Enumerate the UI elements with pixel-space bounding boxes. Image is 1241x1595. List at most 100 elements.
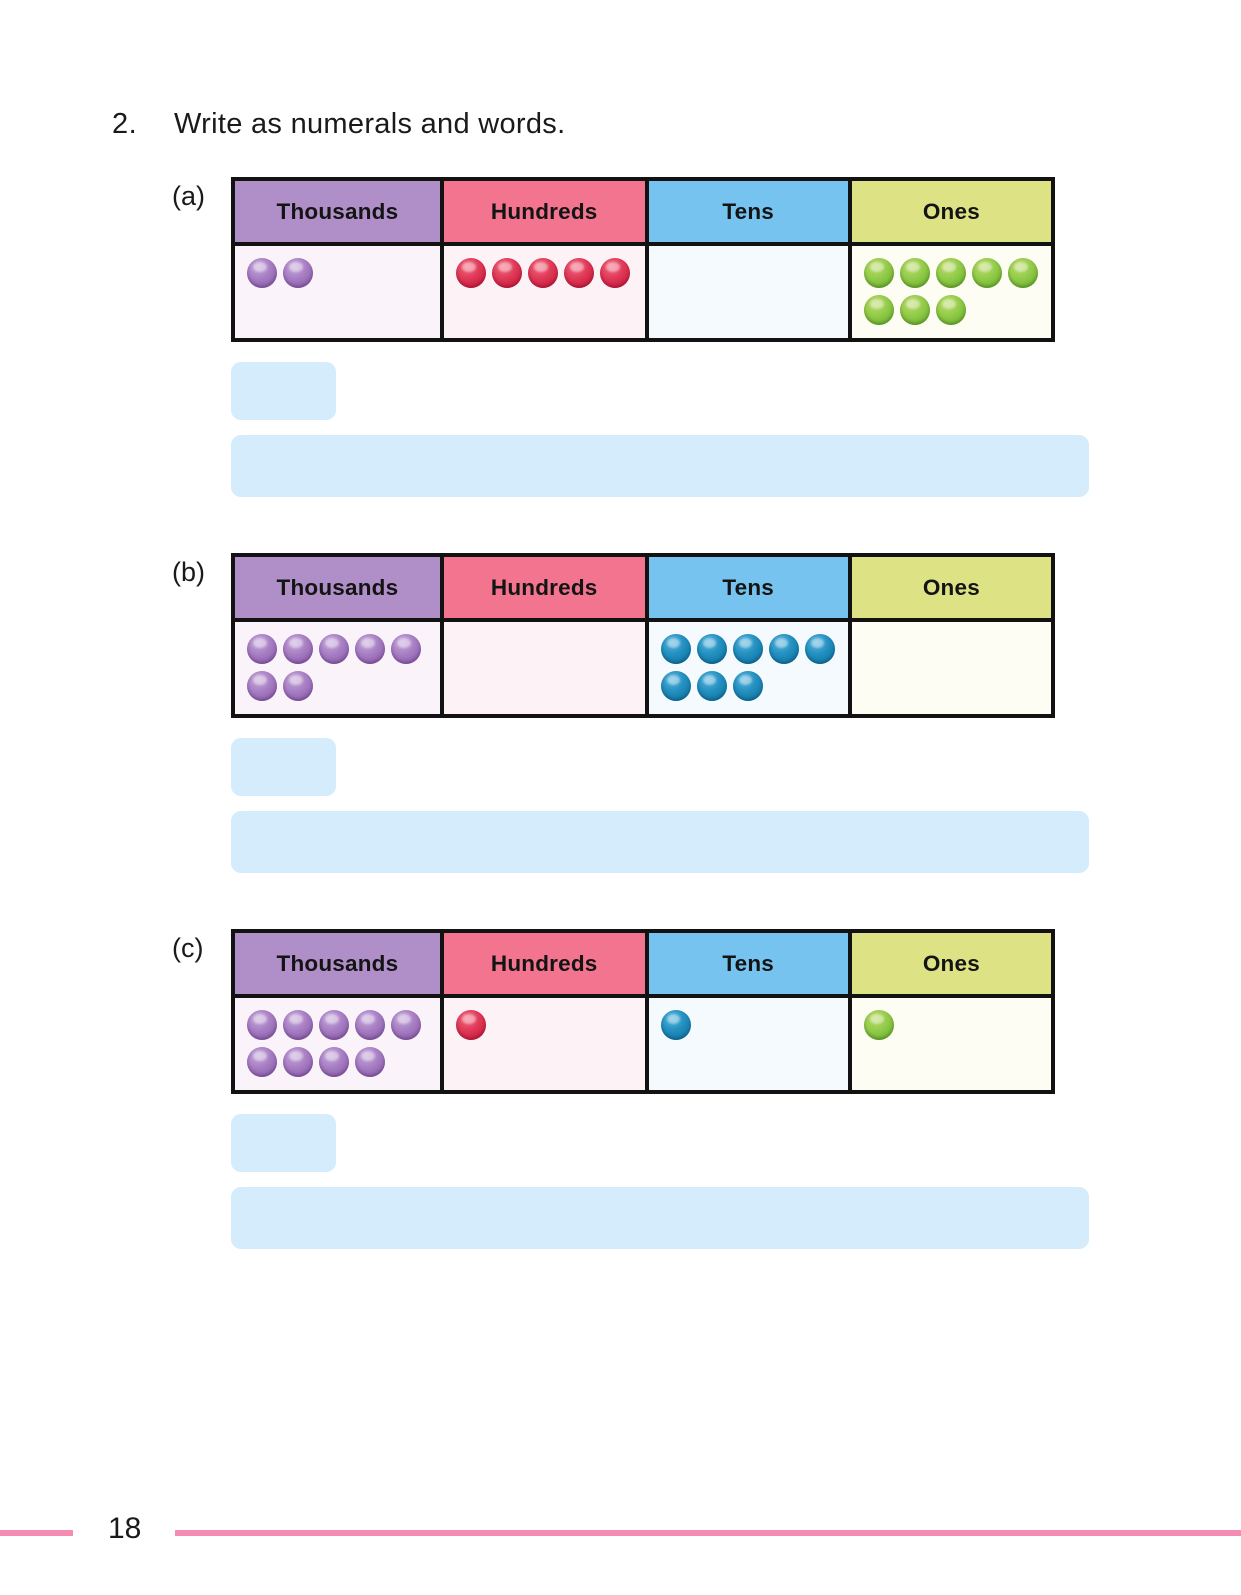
header-label-hundreds: Hundreds — [490, 574, 598, 600]
table-c-cell-tens — [644, 998, 848, 1090]
words-answer-box-a[interactable] — [231, 435, 1089, 497]
counter-purple — [283, 1047, 313, 1077]
table-b-counter-row — [235, 622, 1051, 714]
table-c-cell-ones — [847, 998, 1051, 1090]
place-value-table-a: Thousands Hundreds Tens Ones — [231, 177, 1055, 342]
table-c-header-row: Thousands Hundreds Tens Ones — [235, 933, 1051, 998]
counter-blue — [696, 671, 727, 701]
counter-blue — [660, 634, 691, 664]
counter-green — [863, 1010, 894, 1040]
counter-purple — [247, 1010, 277, 1040]
header-label-ones: Ones — [922, 950, 980, 976]
counter-purple — [355, 634, 385, 664]
table-c-cell-thousands — [235, 998, 440, 1090]
header-label-ones: Ones — [922, 198, 980, 224]
table-b-cell-hundreds — [439, 622, 645, 714]
table-c-cell-hundreds — [439, 998, 645, 1090]
numeral-answer-box-b[interactable] — [231, 738, 336, 796]
place-value-table-b: Thousands Hundreds Tens Ones — [231, 553, 1055, 718]
footer-rule-right — [175, 1530, 1241, 1536]
counter-group-thousands-a — [235, 246, 421, 298]
part-c-label: (c) — [172, 933, 204, 963]
counter-purple — [283, 258, 313, 288]
counter-purple — [283, 1010, 313, 1040]
footer-rule-left — [0, 1530, 73, 1536]
counter-group-hundreds-a — [444, 246, 630, 298]
counter-group-hundreds-b — [444, 622, 630, 644]
counter-group-tens-a — [649, 246, 835, 268]
header-label-tens: Tens — [722, 198, 775, 224]
counter-purple — [247, 1047, 277, 1077]
counter-purple — [319, 1010, 349, 1040]
table-a-header-thousands: Thousands — [235, 181, 440, 242]
counter-blue — [804, 634, 835, 664]
counter-group-tens-c — [649, 998, 835, 1050]
counter-purple — [355, 1047, 385, 1077]
table-a-cell-hundreds — [439, 246, 645, 338]
header-label-hundreds: Hundreds — [490, 950, 598, 976]
table-a-header-ones: Ones — [847, 181, 1051, 242]
counter-blue — [732, 671, 763, 701]
counter-group-ones-c — [852, 998, 1038, 1050]
part-b-label: (b) — [172, 557, 205, 587]
numeral-answer-box-a[interactable] — [231, 362, 336, 420]
header-label-tens: Tens — [722, 574, 775, 600]
place-value-table-c: Thousands Hundreds Tens Ones — [231, 929, 1055, 1094]
counter-red — [455, 258, 486, 288]
counter-purple — [391, 1010, 421, 1040]
table-a-header-row: Thousands Hundreds Tens Ones — [235, 181, 1051, 246]
words-answer-box-c[interactable] — [231, 1187, 1089, 1249]
counter-blue — [660, 1010, 691, 1040]
question-header: 2. Write as numerals and words. — [112, 108, 1112, 141]
counter-group-thousands-c — [235, 998, 421, 1087]
counter-purple — [319, 1047, 349, 1077]
header-label-tens: Tens — [722, 950, 775, 976]
page-footer: 18 — [0, 1508, 1241, 1568]
table-b-header-row: Thousands Hundreds Tens Ones — [235, 557, 1051, 622]
header-label-hundreds: Hundreds — [490, 198, 598, 224]
table-b-header-thousands: Thousands — [235, 557, 440, 618]
numeral-answer-box-c[interactable] — [231, 1114, 336, 1172]
header-label-thousands: Thousands — [276, 198, 399, 224]
counter-red — [455, 1010, 486, 1040]
counter-blue — [696, 634, 727, 664]
table-a-counter-row — [235, 246, 1051, 338]
table-b-cell-thousands — [235, 622, 440, 714]
header-label-ones: Ones — [922, 574, 980, 600]
table-b-header-hundreds: Hundreds — [439, 557, 645, 618]
words-answer-box-b[interactable] — [231, 811, 1089, 873]
table-c-counter-row — [235, 998, 1051, 1090]
counter-red — [563, 258, 594, 288]
counter-group-ones-b — [852, 622, 1038, 644]
table-b-cell-tens — [644, 622, 848, 714]
counter-green — [863, 295, 894, 325]
counter-green — [935, 295, 966, 325]
header-label-thousands: Thousands — [276, 574, 399, 600]
counter-blue — [660, 671, 691, 701]
counter-group-ones-a — [852, 246, 1038, 335]
counter-purple — [391, 634, 421, 664]
counter-purple — [319, 634, 349, 664]
counter-green — [899, 295, 930, 325]
counter-group-tens-b — [649, 622, 835, 711]
part-a-label: (a) — [172, 181, 205, 211]
counter-blue — [732, 634, 763, 664]
table-a-cell-tens — [644, 246, 848, 338]
question-number: 2. — [112, 108, 138, 140]
table-b-cell-ones — [847, 622, 1051, 714]
table-c-header-hundreds: Hundreds — [439, 933, 645, 994]
counter-purple — [247, 258, 277, 288]
counter-purple — [247, 671, 277, 701]
page-number: 18 — [108, 1512, 142, 1545]
counter-green — [1007, 258, 1038, 288]
table-a-header-hundreds: Hundreds — [439, 181, 645, 242]
counter-purple — [283, 634, 313, 664]
counter-purple — [247, 634, 277, 664]
counter-blue — [768, 634, 799, 664]
counter-green — [935, 258, 966, 288]
table-c-header-ones: Ones — [847, 933, 1051, 994]
table-a-cell-thousands — [235, 246, 440, 338]
counter-purple — [283, 671, 313, 701]
counter-red — [599, 258, 630, 288]
counter-purple — [355, 1010, 385, 1040]
